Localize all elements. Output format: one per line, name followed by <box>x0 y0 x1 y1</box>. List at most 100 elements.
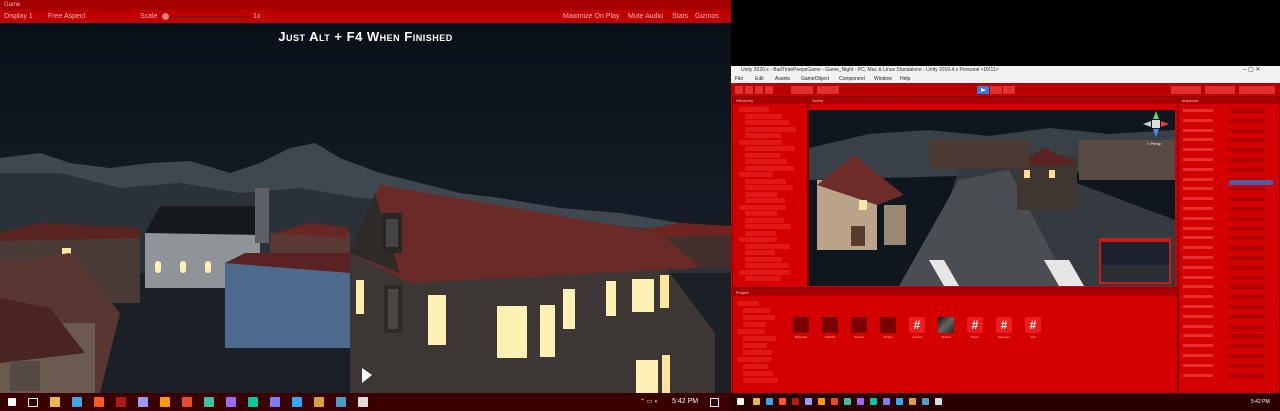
inspector-panel[interactable]: Inspector <box>1178 96 1280 394</box>
bridge-icon[interactable] <box>314 397 324 407</box>
hierarchy-item[interactable] <box>745 165 794 171</box>
dreamweaver-icon[interactable] <box>844 398 851 405</box>
inspector-field[interactable] <box>1183 354 1267 359</box>
hierarchy-panel[interactable]: Hierarchy <box>732 96 808 288</box>
character-animator-icon[interactable] <box>270 397 280 407</box>
project-tree-item[interactable] <box>743 322 766 327</box>
edge-icon[interactable] <box>766 398 773 405</box>
brave-icon[interactable] <box>779 398 786 405</box>
inspector-field[interactable] <box>1183 344 1267 349</box>
project-tree-item[interactable] <box>737 357 771 362</box>
project-tree-item[interactable] <box>743 378 778 383</box>
asset-skybox[interactable]: Skybox <box>938 317 954 339</box>
inspector-field[interactable] <box>1183 148 1267 153</box>
brave-icon[interactable] <box>94 397 104 407</box>
photoshop-icon[interactable] <box>292 397 302 407</box>
game-view-tab[interactable]: Game <box>0 0 731 10</box>
inspector-field[interactable] <box>1183 158 1267 163</box>
inspector-field[interactable] <box>1183 118 1267 124</box>
asset-materials[interactable]: Materials <box>793 317 809 339</box>
hierarchy-item[interactable] <box>745 113 782 119</box>
tray-icons[interactable]: ⌃ ▭ ◖ <box>640 393 658 411</box>
maximize-on-play-toggle[interactable]: Maximize On Play <box>563 10 619 23</box>
inspector-field[interactable] <box>1183 265 1267 271</box>
inspector-field[interactable] <box>1183 246 1267 251</box>
illustrator-icon[interactable] <box>160 397 170 407</box>
edge-icon[interactable] <box>72 397 82 407</box>
gallery-icon[interactable] <box>922 398 929 405</box>
start-icon[interactable] <box>737 398 744 405</box>
game-render-view[interactable]: Just Alt + F4 When Finished <box>0 23 731 393</box>
inspector-field[interactable] <box>1183 256 1267 261</box>
asset-camera[interactable]: # Camera <box>909 317 925 339</box>
menu-gameobject[interactable]: GameObject <box>801 75 829 83</box>
hierarchy-item[interactable] <box>739 237 777 242</box>
hierarchy-item[interactable] <box>745 185 793 190</box>
unity-icon[interactable] <box>358 397 368 407</box>
project-tree-item[interactable] <box>737 301 759 306</box>
scene-view-panel[interactable]: Scene < Persp <box>808 96 1178 288</box>
menu-window[interactable]: Window <box>874 75 892 83</box>
photoshop-icon[interactable] <box>896 398 903 405</box>
hierarchy-item[interactable] <box>745 263 789 268</box>
premiere-icon[interactable] <box>857 398 864 405</box>
inspector-field[interactable] <box>1183 138 1267 143</box>
inspector-field[interactable] <box>1183 363 1267 369</box>
asset-quit[interactable]: # Quit <box>1025 317 1041 339</box>
inspector-field[interactable] <box>1183 128 1267 134</box>
premiere-icon[interactable] <box>226 397 236 407</box>
after-effects-icon[interactable] <box>805 398 812 405</box>
hierarchy-item[interactable] <box>739 139 782 145</box>
color-field[interactable] <box>1229 180 1273 185</box>
scale-slider-handle[interactable] <box>162 13 169 20</box>
inspector-field[interactable] <box>1183 275 1267 281</box>
inspector-field[interactable] <box>1183 109 1267 114</box>
window-controls-icon[interactable]: – ▢ ✕ <box>1243 66 1260 75</box>
mute-audio-toggle[interactable]: Mute Audio <box>628 10 663 23</box>
character-animator-icon[interactable] <box>883 398 890 405</box>
display-dropdown[interactable]: Display 1 <box>4 10 33 23</box>
inspector-field[interactable] <box>1183 314 1267 320</box>
project-tree-item[interactable] <box>743 350 772 355</box>
hierarchy-item[interactable] <box>745 133 781 138</box>
gizmos-dropdown[interactable]: Gizmos <box>695 10 719 23</box>
inspector-field[interactable] <box>1183 197 1267 202</box>
hierarchy-item[interactable] <box>745 217 784 223</box>
file-explorer-icon[interactable] <box>50 397 60 407</box>
inspector-field[interactable] <box>1183 305 1267 310</box>
hierarchy-item[interactable] <box>745 120 789 125</box>
hierarchy-item[interactable] <box>739 204 786 210</box>
project-tree-item[interactable] <box>743 315 775 320</box>
project-tree-item[interactable] <box>737 329 765 334</box>
notification-icon[interactable] <box>710 398 719 407</box>
hierarchy-item[interactable] <box>745 211 777 216</box>
hierarchy-item[interactable] <box>745 230 776 236</box>
inspector-field[interactable] <box>1183 324 1267 330</box>
aspect-dropdown[interactable]: Free Aspect <box>48 10 85 23</box>
hierarchy-item[interactable] <box>745 250 775 255</box>
unity-icon[interactable] <box>935 398 942 405</box>
hierarchy-item[interactable] <box>745 243 790 249</box>
inspector-field[interactable] <box>1183 236 1267 241</box>
hierarchy-item[interactable] <box>745 276 781 281</box>
hierarchy-item[interactable] <box>739 172 773 177</box>
audition-icon[interactable] <box>248 397 258 407</box>
asset-player[interactable]: # Player <box>967 317 983 339</box>
project-panel[interactable]: Project Materials Prefabs Scenes Scripts # Ca… <box>732 288 1178 394</box>
scene-orientation-gizmo[interactable] <box>1139 111 1173 141</box>
hierarchy-item[interactable] <box>745 191 778 197</box>
hierarchy-item[interactable] <box>745 198 785 203</box>
hierarchy-item[interactable] <box>739 269 790 275</box>
hierarchy-item[interactable] <box>745 224 791 229</box>
menu-help[interactable]: Help <box>900 75 910 83</box>
illustrator-icon[interactable] <box>818 398 825 405</box>
left-clock[interactable]: 5:42 PM <box>672 393 698 411</box>
inspector-field[interactable] <box>1183 334 1267 339</box>
gallery-icon[interactable] <box>336 397 346 407</box>
hierarchy-item[interactable] <box>745 146 795 151</box>
inspector-field[interactable] <box>1183 373 1267 379</box>
menu-edit[interactable]: Edit <box>755 75 764 83</box>
asset-manager[interactable]: # Manager <box>996 317 1012 339</box>
inspector-field[interactable] <box>1183 285 1267 290</box>
hierarchy-item[interactable] <box>745 256 782 262</box>
